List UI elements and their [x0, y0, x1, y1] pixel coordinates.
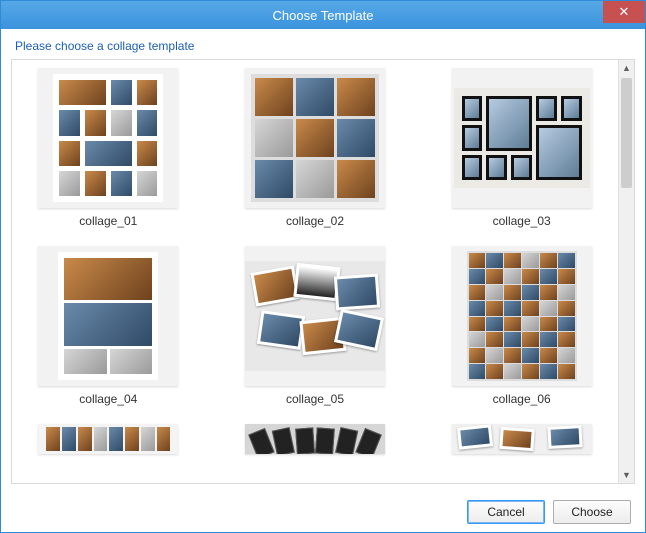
vertical-scrollbar[interactable]: ▲ ▼: [618, 60, 634, 483]
template-thumbnail: [452, 68, 592, 208]
template-item-collage_02[interactable]: collage_02: [227, 68, 404, 238]
template-item-partial-9[interactable]: [433, 424, 610, 454]
cancel-button[interactable]: Cancel: [467, 500, 545, 524]
template-item-collage_05[interactable]: collage_05: [227, 246, 404, 416]
close-button[interactable]: ✕: [603, 1, 645, 23]
titlebar: Choose Template ✕: [1, 1, 645, 29]
instruction-text: Please choose a collage template: [1, 29, 645, 59]
template-label: collage_04: [79, 392, 137, 406]
dialog-button-row: Cancel Choose: [1, 492, 645, 532]
template-grid: collage_01 collage_02: [20, 68, 610, 454]
template-label: collage_03: [493, 214, 551, 228]
template-label: collage_06: [493, 392, 551, 406]
close-icon: ✕: [619, 4, 630, 20]
template-label: collage_01: [79, 214, 137, 228]
template-item-collage_06[interactable]: collage_06: [433, 246, 610, 416]
template-thumbnail: [38, 246, 178, 386]
scroll-down-arrow-icon[interactable]: ▼: [619, 467, 634, 483]
choose-button[interactable]: Choose: [553, 500, 631, 524]
template-thumbnail: [38, 68, 178, 208]
template-label: collage_05: [286, 392, 344, 406]
window-title: Choose Template: [273, 8, 374, 23]
template-thumbnail: [245, 424, 385, 454]
template-grid-viewport: collage_01 collage_02: [12, 60, 618, 483]
template-thumbnail: [452, 246, 592, 386]
dialog-window: Choose Template ✕ Please choose a collag…: [0, 0, 646, 533]
scroll-up-arrow-icon[interactable]: ▲: [619, 60, 634, 76]
template-thumbnail: [38, 424, 178, 454]
scroll-track[interactable]: [619, 76, 634, 467]
template-gallery: collage_01 collage_02: [11, 59, 635, 484]
template-item-collage_03[interactable]: collage_03: [433, 68, 610, 238]
template-item-collage_04[interactable]: collage_04: [20, 246, 197, 416]
template-thumbnail: [452, 424, 592, 454]
template-label: collage_02: [286, 214, 344, 228]
scroll-thumb[interactable]: [621, 78, 632, 188]
template-thumbnail: [245, 68, 385, 208]
template-item-partial-7[interactable]: [20, 424, 197, 454]
template-thumbnail: [245, 246, 385, 386]
template-item-partial-8[interactable]: [227, 424, 404, 454]
template-item-collage_01[interactable]: collage_01: [20, 68, 197, 238]
